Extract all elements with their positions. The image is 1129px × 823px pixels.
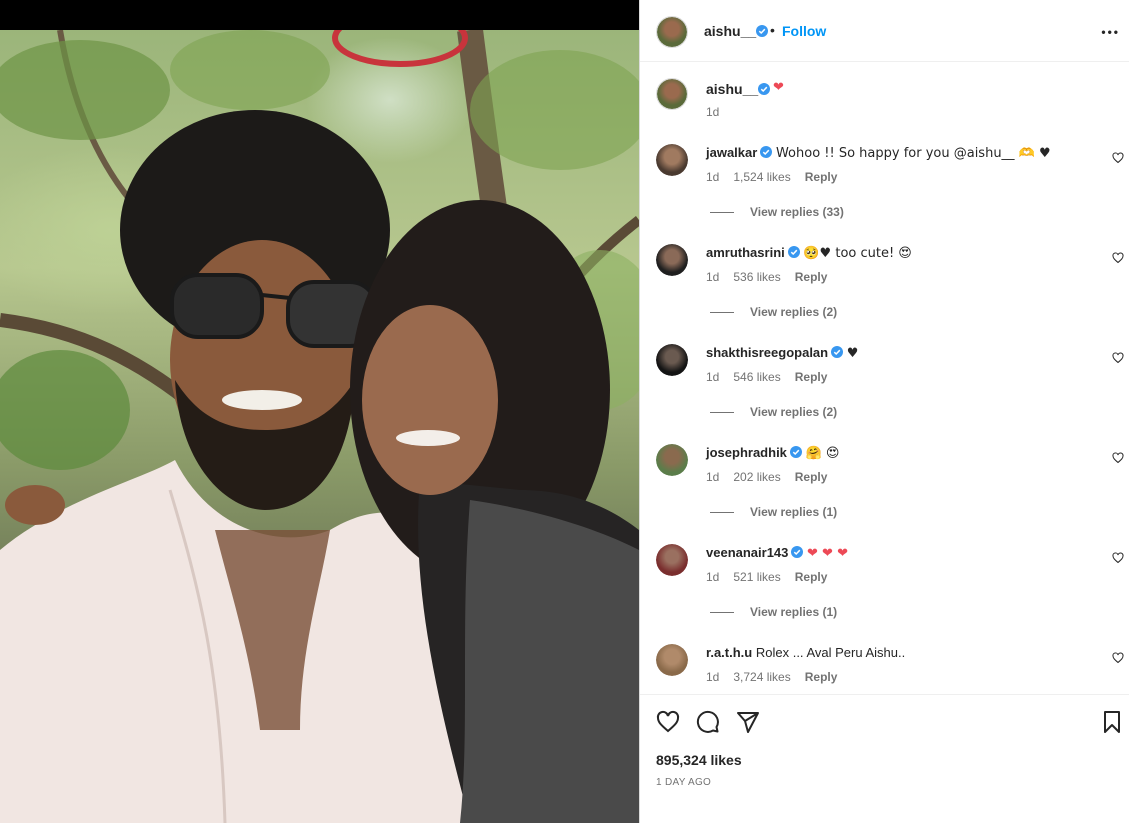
bookmark-icon[interactable] [1100, 710, 1124, 734]
view-replies-button[interactable]: View replies (33) [710, 205, 844, 219]
comment-likes[interactable]: 202 likes [733, 470, 780, 484]
share-icon[interactable] [736, 710, 760, 734]
comment-likes[interactable]: 546 likes [733, 370, 780, 384]
caption-avatar[interactable] [656, 78, 688, 110]
verified-badge-icon [756, 25, 768, 37]
view-replies-label: View replies (2) [750, 305, 838, 319]
comment-meta: 1d 1,524 likes Reply [706, 170, 851, 184]
comment-avatar[interactable] [656, 444, 688, 476]
post-actions: 895,324 likes 1 DAY AGO [640, 694, 1129, 823]
comment-meta: 1d 521 likes Reply [706, 570, 841, 584]
post-photo-art [0, 30, 639, 823]
comment-body: Rolex ... Aval Peru Aishu.. [755, 645, 906, 660]
caption-time: 1d [706, 105, 720, 119]
replies-divider [710, 612, 734, 614]
comment-meta: 1d 202 likes Reply [706, 470, 841, 484]
post-timestamp: 1 DAY AGO [656, 777, 712, 788]
comment-time: 1d [706, 670, 720, 684]
comment-like-heart-icon[interactable] [1112, 452, 1124, 464]
comment-time: 1d [706, 470, 720, 484]
heart-icon[interactable] [656, 710, 680, 734]
comment-icon[interactable] [696, 710, 720, 734]
verified-badge-icon [791, 546, 804, 558]
comment-meta: 1d 536 likes Reply [706, 270, 841, 284]
comment-avatar[interactable] [656, 344, 688, 376]
comment-meta: 1d 3,724 likes Reply [706, 670, 851, 684]
view-replies-label: View replies (33) [750, 205, 844, 219]
comment-avatar[interactable] [656, 544, 688, 576]
verified-badge-icon [787, 246, 800, 258]
comment-text-line: jawalkar Wohoo !! So happy for you @aish… [706, 145, 1051, 161]
reply-button[interactable]: Reply [795, 470, 828, 484]
comment-text-line: amruthasrini 🥺♥ too cute! 😍 [706, 245, 912, 261]
author-avatar[interactable] [656, 16, 688, 48]
comment-text-line: r.a.t.h.u Rolex ... Aval Peru Aishu.. [706, 645, 905, 660]
photo-top-bar [0, 0, 639, 30]
caption-username[interactable]: aishu__ [706, 81, 758, 97]
view-replies-label: View replies (2) [750, 405, 838, 419]
replies-divider [710, 212, 734, 214]
header-separator-dot: • [770, 22, 775, 38]
follow-button[interactable]: Follow [782, 23, 826, 39]
comment-like-heart-icon[interactable] [1112, 552, 1124, 564]
comment-likes[interactable]: 536 likes [733, 270, 780, 284]
comment-username[interactable]: jawalkar [706, 145, 757, 160]
view-replies-label: View replies (1) [750, 605, 838, 619]
post-side-panel: aishu__ • Follow ••• aishu__ ❤ 1d jawalk… [639, 0, 1129, 823]
view-replies-button[interactable]: View replies (2) [710, 405, 837, 419]
reply-button[interactable]: Reply [795, 370, 828, 384]
comment-avatar[interactable] [656, 244, 688, 276]
comment-like-heart-icon[interactable] [1112, 652, 1124, 664]
comment-text-line: josephradhik 🤗 😍 [706, 445, 839, 461]
verified-badge-icon [831, 346, 844, 358]
replies-divider [710, 412, 734, 414]
reply-button[interactable]: Reply [795, 570, 828, 584]
view-replies-label: View replies (1) [750, 505, 838, 519]
post-header: aishu__ • Follow ••• [640, 0, 1129, 62]
comment-time: 1d [706, 570, 720, 584]
verified-badge-icon [760, 146, 773, 158]
verified-badge-icon [789, 446, 802, 458]
comment-like-heart-icon[interactable] [1112, 352, 1124, 364]
post-likes-count[interactable]: 895,324 likes [656, 752, 742, 768]
comment-body: ♥ [846, 346, 859, 361]
caption-text: ❤ [773, 80, 784, 95]
comment-meta: 1d 546 likes Reply [706, 370, 841, 384]
comment-time: 1d [706, 270, 720, 284]
replies-divider [710, 312, 734, 314]
post-photo[interactable] [0, 30, 639, 823]
comment-body: 🤗 😍 [805, 446, 840, 461]
comment-username[interactable]: amruthasrini [706, 245, 785, 260]
comment-text-line: shakthisreegopalan ♥ [706, 345, 858, 361]
comment-body: Wohoo !! So happy for you @aishu__ 🫶 ♥ [775, 146, 1051, 161]
comment-like-heart-icon[interactable] [1112, 152, 1124, 164]
comment-text-line: veenanair143 ❤ ❤ ❤ [706, 545, 848, 561]
reply-button[interactable]: Reply [805, 670, 838, 684]
comment-avatar[interactable] [656, 644, 688, 676]
comment-time: 1d [706, 370, 720, 384]
more-icon[interactable]: ••• [1101, 22, 1120, 42]
view-replies-button[interactable]: View replies (2) [710, 305, 837, 319]
author-username[interactable]: aishu__ [704, 23, 756, 39]
comment-username[interactable]: veenanair143 [706, 545, 788, 560]
comment-body: ❤ ❤ ❤ [807, 546, 848, 561]
comment-username[interactable]: josephradhik [706, 445, 787, 460]
reply-button[interactable]: Reply [795, 270, 828, 284]
view-replies-button[interactable]: View replies (1) [710, 605, 837, 619]
comment-username[interactable]: shakthisreegopalan [706, 345, 828, 360]
comment-time: 1d [706, 170, 720, 184]
view-replies-button[interactable]: View replies (1) [710, 505, 837, 519]
comment-likes[interactable]: 521 likes [733, 570, 780, 584]
comment-likes[interactable]: 3,724 likes [733, 670, 790, 684]
verified-badge-icon [758, 83, 770, 95]
comment-likes[interactable]: 1,524 likes [733, 170, 790, 184]
reply-button[interactable]: Reply [805, 170, 838, 184]
comment-like-heart-icon[interactable] [1112, 252, 1124, 264]
comment-username[interactable]: r.a.t.h.u [706, 645, 752, 660]
comment-avatar[interactable] [656, 144, 688, 176]
replies-divider [710, 512, 734, 514]
comment-body: 🥺♥ too cute! 😍 [803, 246, 912, 261]
